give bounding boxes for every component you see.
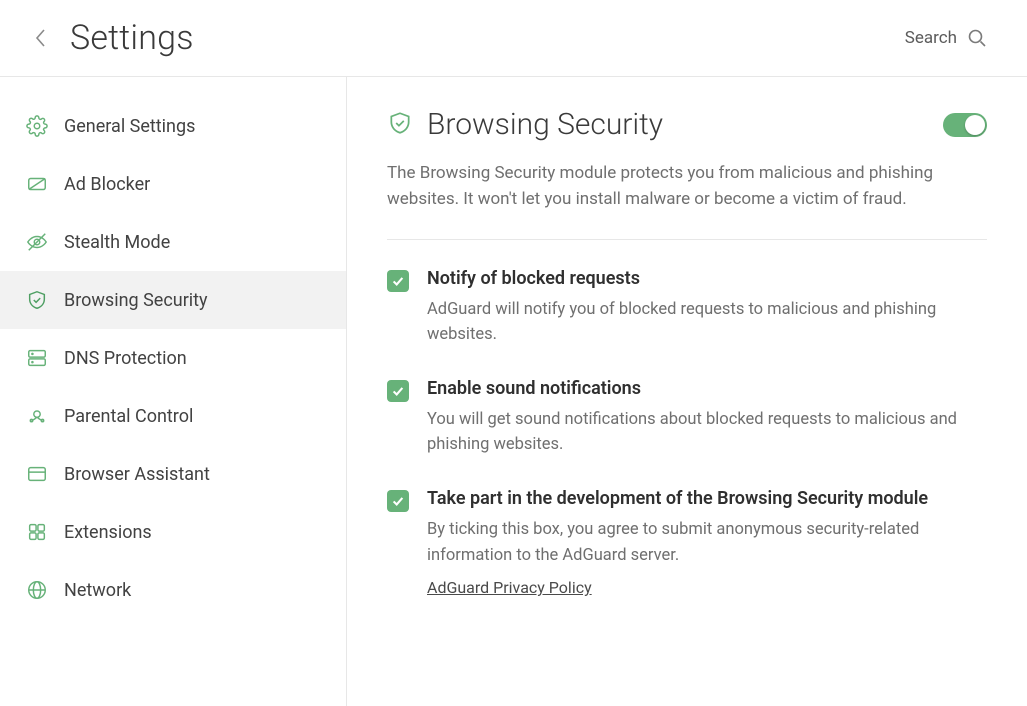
settings-header: Settings Search [0,0,1027,76]
section-title: Browsing Security [427,107,663,142]
sidebar-item-general[interactable]: General Settings [0,97,346,155]
gear-icon [26,115,48,137]
privacy-policy-link[interactable]: AdGuard Privacy Policy [427,578,592,597]
check-icon [391,274,405,288]
back-button[interactable] [30,27,52,49]
section-divider [387,239,987,240]
sidebar-item-stealth[interactable]: Stealth Mode [0,213,346,271]
main-panel: Browsing Security The Browsing Security … [347,77,1027,706]
checkbox-participate[interactable] [387,490,409,512]
checkbox-notify[interactable] [387,270,409,292]
option-participate: Take part in the development of the Brow… [387,488,987,597]
sidebar-item-label: Stealth Mode [64,232,170,253]
check-icon [391,384,405,398]
check-icon [391,494,405,508]
shield-icon [26,289,48,311]
stealth-icon [26,231,48,253]
sidebar-item-label: Browser Assistant [64,464,210,485]
shield-icon [387,110,413,140]
sidebar-item-dns[interactable]: DNS Protection [0,329,346,387]
settings-sidebar: General Settings Ad Blocker Stealth [0,77,347,706]
option-description: AdGuard will notify you of blocked reque… [427,297,987,348]
sidebar-item-label: Browsing Security [64,290,208,311]
adblock-icon [26,173,48,195]
module-enable-toggle[interactable] [943,113,987,137]
sidebar-item-label: Network [64,580,131,601]
option-title: Take part in the development of the Brow… [427,488,987,509]
header-left: Settings [30,18,194,58]
dns-icon [26,347,48,369]
search-button[interactable]: Search [905,28,987,48]
sidebar-item-security[interactable]: Browsing Security [0,271,346,329]
extensions-icon [26,521,48,543]
sidebar-item-network[interactable]: Network [0,561,346,619]
sidebar-item-label: DNS Protection [64,348,187,369]
section-description: The Browsing Security module protects yo… [387,160,977,213]
option-title: Notify of blocked requests [427,268,987,289]
option-sound: Enable sound notifications You will get … [387,378,987,458]
sidebar-item-label: Extensions [64,522,152,543]
sidebar-item-adblocker[interactable]: Ad Blocker [0,155,346,213]
option-description: By ticking this box, you agree to submit… [427,517,987,568]
option-description: You will get sound notifications about b… [427,407,987,458]
sidebar-item-label: General Settings [64,116,195,137]
search-icon [967,28,987,48]
sidebar-item-parental[interactable]: Parental Control [0,387,346,445]
assistant-icon [26,463,48,485]
network-icon [26,579,48,601]
sidebar-item-extensions[interactable]: Extensions [0,503,346,561]
page-title: Settings [70,18,194,58]
main-header-left: Browsing Security [387,107,663,142]
sidebar-item-label: Parental Control [64,406,193,427]
chevron-left-icon [34,27,48,49]
sidebar-item-label: Ad Blocker [64,174,150,195]
toggle-knob [965,115,985,135]
option-title: Enable sound notifications [427,378,987,399]
parental-icon [26,405,48,427]
search-label: Search [905,28,957,48]
checkbox-sound[interactable] [387,380,409,402]
option-notify: Notify of blocked requests AdGuard will … [387,268,987,348]
main-header: Browsing Security [387,107,987,142]
sidebar-item-assistant[interactable]: Browser Assistant [0,445,346,503]
